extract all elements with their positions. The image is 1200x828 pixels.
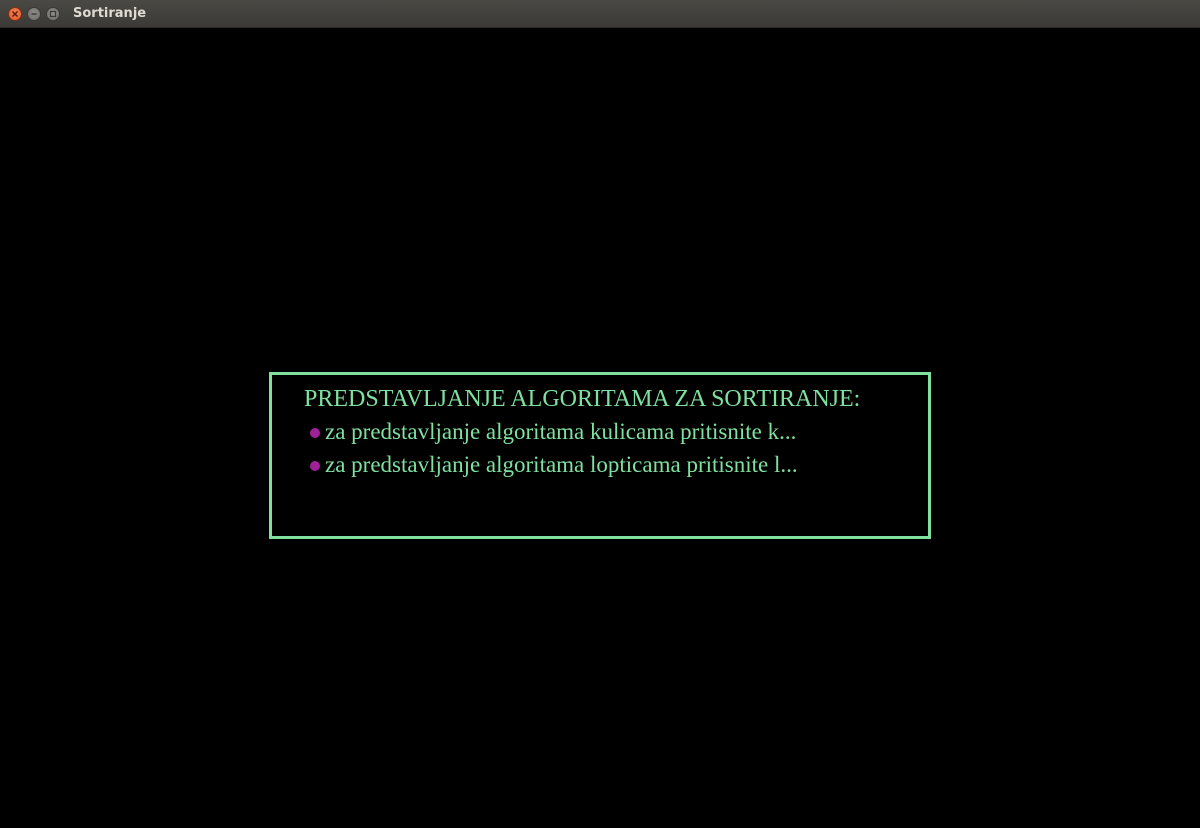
maximize-icon xyxy=(49,10,57,18)
maximize-button[interactable] xyxy=(46,7,60,21)
menu-panel: PREDSTAVLJANJE ALGORITAMA ZA SORTIRANJE:… xyxy=(269,372,931,539)
minimize-button[interactable] xyxy=(27,7,41,21)
canvas-area[interactable]: PREDSTAVLJANJE ALGORITAMA ZA SORTIRANJE:… xyxy=(0,28,1200,828)
bullet-icon xyxy=(310,461,320,471)
bullet-icon xyxy=(310,428,320,438)
menu-heading: PREDSTAVLJANJE ALGORITAMA ZA SORTIRANJE: xyxy=(304,386,861,412)
menu-option-label: za predstavljanje algoritama lopticama p… xyxy=(325,452,798,477)
close-button[interactable] xyxy=(8,7,22,21)
app-window: Sortiranje PREDSTAVLJANJE ALGORITAMA ZA … xyxy=(0,0,1200,828)
title-bar[interactable]: Sortiranje xyxy=(0,0,1200,28)
window-title: Sortiranje xyxy=(73,6,147,21)
minimize-icon xyxy=(31,13,37,15)
menu-option-label: za predstavljanje algoritama kulicama pr… xyxy=(325,419,797,444)
close-icon xyxy=(11,10,19,18)
